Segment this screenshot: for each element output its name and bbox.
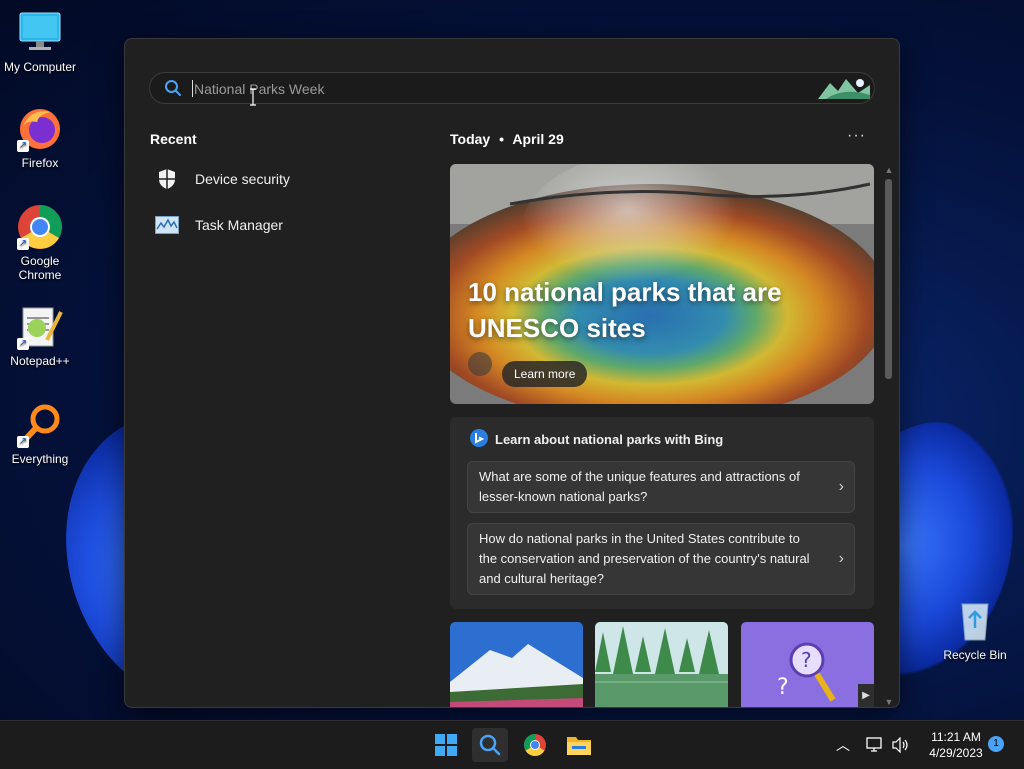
volume-icon[interactable] (892, 721, 910, 769)
bing-question-1[interactable]: What are some of the unique features and… (467, 461, 855, 513)
hero-card[interactable]: 10 national parks that are UNESCO sites … (450, 164, 874, 404)
chevron-up-icon: ︿ (836, 737, 850, 753)
desktop-icon-firefox[interactable]: ↗ Firefox (0, 106, 80, 170)
start-icon (435, 734, 457, 756)
learn-more-button[interactable]: Learn more (502, 361, 588, 387)
recent-item-device-security[interactable]: Device security (155, 163, 415, 195)
search-icon (165, 80, 181, 96)
thumbnail-forest[interactable] (595, 622, 728, 707)
recent-item-task-manager[interactable]: Task Manager (155, 209, 415, 241)
chrome-icon: ↗ (17, 204, 63, 250)
desktop-icon-chrome[interactable]: ↗ Google Chrome (0, 204, 80, 282)
more-options-button[interactable]: ··· (847, 127, 866, 145)
scrollbar-thumb[interactable] (885, 179, 892, 379)
clock-date: 4/29/2023 (929, 746, 983, 760)
everything-search-icon: ↗ (17, 402, 63, 448)
taskbar: ︿ 11:21 AM 4/29/2023 (0, 720, 1024, 769)
bing-icon (470, 429, 488, 447)
firefox-icon: ↗ (17, 106, 63, 152)
question-text: How do national parks in the United Stat… (479, 531, 810, 586)
show-hidden-icons-button[interactable]: ︿ (836, 721, 850, 769)
shortcut-arrow-icon: ↗ (17, 436, 29, 448)
desktop-icon-label: Firefox (21, 156, 59, 170)
today-separator: • (499, 131, 504, 147)
desktop-icon-recycle-bin[interactable]: Recycle Bin (935, 598, 1015, 662)
notification-badge[interactable]: 1 (988, 736, 1004, 752)
today-date: April 29 (512, 131, 564, 147)
chrome-icon (524, 734, 546, 756)
task-manager-icon (155, 213, 179, 237)
bing-card: Learn about national parks with Bing Wha… (450, 417, 874, 609)
desktop-icon-label: Everything (11, 452, 69, 466)
scrollbar[interactable]: ▲ ▼ (883, 165, 895, 707)
desktop-icon-everything[interactable]: ↗ Everything (0, 402, 80, 466)
hero-headline: 10 national parks that are UNESCO sites (468, 277, 782, 343)
clock-time: 11:21 AM (931, 730, 981, 744)
search-icon (479, 734, 501, 756)
shortcut-arrow-icon: ↗ (17, 238, 29, 250)
taskbar-search-button[interactable] (472, 728, 508, 762)
taskbar-chrome-button[interactable] (517, 728, 553, 762)
search-bar[interactable] (149, 72, 875, 104)
desktop-icon-label: Recycle Bin (943, 648, 1007, 662)
question-text: What are some of the unique features and… (479, 469, 800, 504)
file-explorer-icon (567, 737, 591, 755)
bing-question-2[interactable]: How do national parks in the United Stat… (467, 523, 855, 595)
bing-card-title: Learn about national parks with Bing (495, 432, 724, 447)
desktop-icon-my-computer[interactable]: My Computer (0, 10, 80, 74)
today-header: Today • April 29 (450, 131, 564, 147)
notepadpp-icon: ↗ (17, 304, 63, 350)
shortcut-arrow-icon: ↗ (17, 338, 29, 350)
today-label: Today (450, 131, 491, 147)
recycle-bin-icon (952, 598, 998, 644)
start-button[interactable] (428, 728, 464, 762)
desktop-icon-label: Notepad++ (10, 354, 70, 368)
system-clock[interactable]: 11:21 AM 4/29/2023 (918, 729, 994, 761)
scroll-next-button[interactable]: ▶ (858, 684, 874, 707)
chevron-right-icon: › (838, 478, 844, 495)
desktop-icon-notepadpp[interactable]: ↗ Notepad++ (0, 304, 80, 368)
scroll-down-icon[interactable]: ▼ (883, 697, 895, 707)
recent-heading: Recent (150, 131, 197, 147)
thumbnail-mountain[interactable] (450, 622, 583, 707)
svg-text:?: ? (801, 648, 812, 672)
search-panel: Recent Device security Task Manager Toda… (124, 38, 900, 708)
chevron-right-icon: › (838, 550, 844, 567)
shortcut-arrow-icon: ↗ (17, 140, 29, 152)
search-highlight-art-icon (818, 79, 870, 99)
text-caret (192, 80, 193, 97)
svg-text:?: ? (777, 675, 789, 700)
search-input[interactable] (192, 77, 796, 101)
source-logo-icon (468, 352, 492, 376)
taskbar-file-explorer-button[interactable] (561, 728, 597, 762)
shield-icon (155, 167, 179, 191)
scroll-up-icon[interactable]: ▲ (883, 165, 895, 175)
network-icon[interactable] (866, 721, 884, 769)
recent-item-label: Device security (195, 171, 290, 187)
desktop-icon-label: Google Chrome (18, 254, 62, 282)
desktop-icon-label: My Computer (3, 60, 77, 74)
text-cursor-icon (250, 88, 256, 106)
thumbnail-quiz[interactable]: ? ? (741, 622, 874, 707)
monitor-icon (17, 10, 63, 56)
recent-item-label: Task Manager (195, 217, 283, 233)
